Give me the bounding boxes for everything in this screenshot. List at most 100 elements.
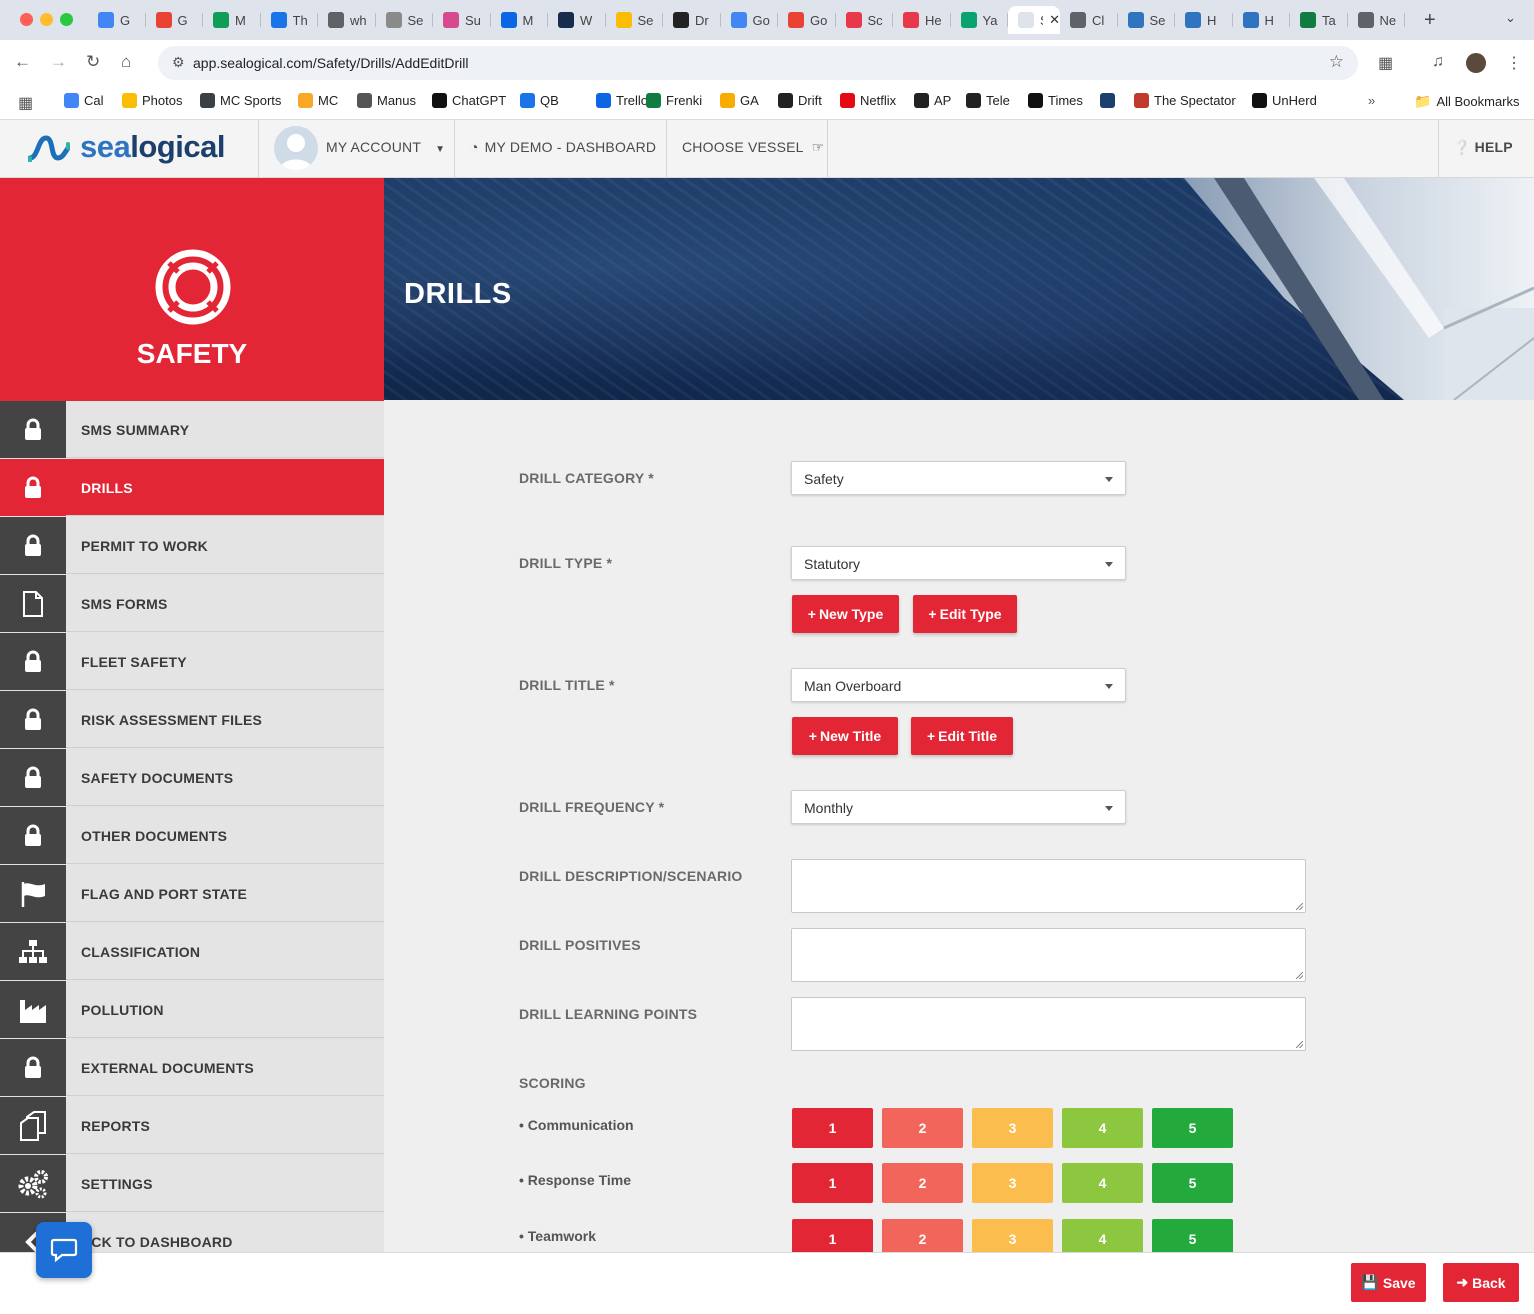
score-button[interactable]: 3 [972, 1108, 1053, 1148]
bookmark-item[interactable]: Cal [64, 93, 104, 108]
window-close-button[interactable] [20, 13, 33, 26]
sidebar-item-drills[interactable]: DRILLS [0, 459, 384, 516]
browser-tab[interactable]: Ta [1290, 6, 1348, 34]
browser-tab[interactable]: Sc [836, 6, 894, 34]
score-button[interactable]: 5 [1152, 1219, 1233, 1252]
sidebar-item-reports[interactable]: REPORTS [0, 1097, 384, 1154]
sidebar-item-pollution[interactable]: POLLUTION [0, 981, 384, 1038]
bookmark-item[interactable]: Drift [778, 93, 822, 108]
browser-tab[interactable]: G [88, 6, 146, 34]
extensions-icon[interactable]: ▦ [1378, 53, 1393, 73]
browser-tab[interactable]: Se [606, 6, 664, 34]
window-minimize-button[interactable] [40, 13, 53, 26]
drill-learning-points-textarea[interactable] [791, 997, 1306, 1051]
browser-tab[interactable]: H [1233, 6, 1291, 34]
browser-tab[interactable]: Go [721, 6, 779, 34]
back-button[interactable]: ➜ Back [1443, 1263, 1519, 1302]
score-button[interactable]: 1 [792, 1163, 873, 1203]
score-button[interactable]: 1 [792, 1219, 873, 1252]
sidebar-item-external-documents[interactable]: EXTERNAL DOCUMENTS [0, 1039, 384, 1096]
score-button[interactable]: 3 [972, 1219, 1053, 1252]
score-button[interactable]: 5 [1152, 1163, 1233, 1203]
home-icon[interactable]: ⌂ [121, 52, 131, 72]
forward-arrow-icon[interactable]: → [50, 52, 67, 72]
profile-avatar[interactable] [1466, 53, 1486, 73]
bookmark-item[interactable]: ChatGPT [432, 93, 506, 108]
help-link[interactable]: ❔ HELP [1453, 139, 1513, 156]
new-type-button[interactable]: + New Type [792, 595, 899, 633]
browser-tab[interactable]: G [146, 6, 204, 34]
drill-category-select[interactable]: Safety [791, 461, 1126, 495]
score-button[interactable]: 4 [1062, 1219, 1143, 1252]
bookmark-item[interactable]: Times [1028, 93, 1083, 108]
my-account-menu[interactable]: MY ACCOUNT ▼ [326, 139, 445, 155]
window-maximize-button[interactable] [60, 13, 73, 26]
media-control-icon[interactable]: ♫ [1432, 53, 1444, 71]
sidebar-item-flag-and-port-state[interactable]: FLAG AND PORT STATE [0, 865, 384, 922]
bookmark-item[interactable]: Manus [357, 93, 416, 108]
browser-tab[interactable]: Se [376, 6, 434, 34]
bookmark-item[interactable]: GA [720, 93, 759, 108]
sidebar-item-sms-forms[interactable]: SMS FORMS [0, 575, 384, 632]
close-tab-icon[interactable]: ✕ [1049, 12, 1060, 28]
bookmark-item[interactable]: MC [298, 93, 338, 108]
save-button[interactable]: 💾 Save [1351, 1263, 1426, 1302]
score-button[interactable]: 2 [882, 1163, 963, 1203]
bookmark-item[interactable]: AP [914, 93, 951, 108]
sidebar-item-settings[interactable]: SETTINGS [0, 1155, 384, 1212]
browser-tab[interactable]: W [548, 6, 606, 34]
browser-tab[interactable]: Se ✕ [1008, 6, 1060, 34]
sidebar-item-fleet-safety[interactable]: FLEET SAFETY [0, 633, 384, 690]
sidebar-item-other-documents[interactable]: OTHER DOCUMENTS [0, 807, 384, 864]
choose-vessel-link[interactable]: CHOOSE VESSEL ☞ [682, 139, 824, 156]
browser-tab[interactable]: Ya [951, 6, 1009, 34]
browser-tab[interactable]: wh [318, 6, 376, 34]
bookmark-item[interactable]: MC Sports [200, 93, 281, 108]
browser-tab[interactable]: H [1175, 6, 1233, 34]
bookmark-item[interactable]: Frenki [646, 93, 702, 108]
score-button[interactable]: 1 [792, 1108, 873, 1148]
browser-menu-icon[interactable]: ⋮ [1506, 53, 1522, 73]
sealogical-logo-icon[interactable] [28, 134, 70, 162]
sidebar-item-permit-to-work[interactable]: PERMIT TO WORK [0, 517, 384, 574]
sealogical-logo[interactable]: sealogical [80, 129, 225, 165]
browser-tab[interactable]: Se [1118, 6, 1176, 34]
site-info-icon[interactable]: ⚙ [172, 54, 185, 71]
address-bar[interactable]: ⚙ app.sealogical.com/Safety/Drills/AddEd… [158, 46, 1358, 80]
bookmark-item[interactable] [1100, 93, 1115, 108]
back-arrow-icon[interactable]: ← [14, 52, 31, 72]
browser-tab[interactable]: Dr [663, 6, 721, 34]
drill-type-select[interactable]: Statutory [791, 546, 1126, 580]
sidebar-item-sms-summary[interactable]: SMS SUMMARY [0, 401, 384, 458]
score-button[interactable]: 2 [882, 1108, 963, 1148]
bookmark-item[interactable]: QB [520, 93, 559, 108]
chat-widget-button[interactable] [36, 1222, 92, 1278]
score-button[interactable]: 2 [882, 1219, 963, 1252]
sidebar-item-risk-assessment-files[interactable]: RISK ASSESSMENT FILES [0, 691, 384, 748]
edit-title-button[interactable]: + Edit Title [911, 717, 1013, 755]
bookmark-item[interactable]: Netflix [840, 93, 896, 108]
new-tab-button[interactable]: + [1424, 9, 1436, 32]
drill-frequency-select[interactable]: Monthly [791, 790, 1126, 824]
score-button[interactable]: 3 [972, 1163, 1053, 1203]
bookmark-star-icon[interactable]: ☆ [1329, 52, 1344, 72]
bookmark-item[interactable]: UnHerd [1252, 93, 1317, 108]
browser-tab[interactable]: Ne [1348, 6, 1406, 34]
all-bookmarks[interactable]: 📁 All Bookmarks [1414, 93, 1520, 110]
sidebar-item-safety-documents[interactable]: SAFETY DOCUMENTS [0, 749, 384, 806]
browser-tab[interactable]: Go [778, 6, 836, 34]
edit-type-button[interactable]: + Edit Type [913, 595, 1017, 633]
bookmark-item[interactable]: The Spectator [1134, 93, 1236, 108]
bookmark-item[interactable]: Tele [966, 93, 1010, 108]
score-button[interactable]: 4 [1062, 1163, 1143, 1203]
score-button[interactable]: 5 [1152, 1108, 1233, 1148]
browser-tab[interactable]: He [893, 6, 951, 34]
sidebar-item-classification[interactable]: CLASSIFICATION [0, 923, 384, 980]
reload-icon[interactable]: ↻ [86, 52, 100, 72]
browser-tab[interactable]: M [491, 6, 549, 34]
drill-title-select[interactable]: Man Overboard [791, 668, 1126, 702]
browser-tab[interactable]: Cl [1060, 6, 1118, 34]
drill-positives-textarea[interactable] [791, 928, 1306, 982]
browser-tab[interactable]: M [203, 6, 261, 34]
drill-description-textarea[interactable] [791, 859, 1306, 913]
